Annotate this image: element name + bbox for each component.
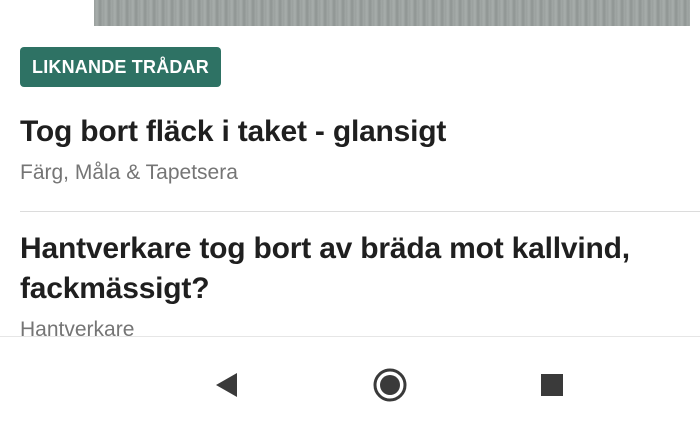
recent-apps-button[interactable]: [534, 367, 570, 403]
system-navigation-bar: [0, 336, 700, 430]
thread-title[interactable]: Tog bort fläck i taket - glansigt: [20, 112, 700, 152]
back-button[interactable]: [208, 367, 244, 403]
back-triangle-icon: [216, 373, 237, 397]
recent-apps-square-icon: [541, 374, 563, 396]
thread-divider: [20, 211, 700, 212]
similar-threads-badge: LIKNANDE TRÅDAR: [20, 47, 221, 87]
home-button[interactable]: [372, 367, 408, 403]
article-image[interactable]: [94, 0, 690, 26]
home-circle-icon: [373, 368, 407, 402]
thread-item[interactable]: Tog bort fläck i taket - glansigt Färg, …: [20, 112, 700, 188]
thread-category: Färg, Måla & Tapetsera: [20, 161, 238, 184]
thread-title[interactable]: Hantverkare tog bort av bräda mot kallvi…: [20, 229, 700, 309]
page: LIKNANDE TRÅDAR Tog bort fläck i taket -…: [0, 0, 700, 430]
thread-item[interactable]: Hantverkare tog bort av bräda mot kallvi…: [20, 229, 700, 345]
